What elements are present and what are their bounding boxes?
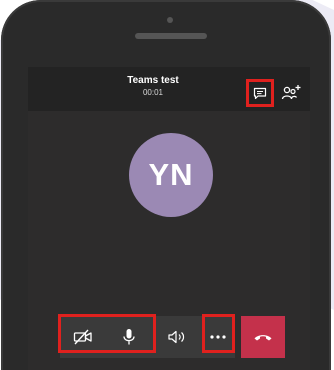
call-timer: 00:01 <box>142 88 164 97</box>
highlight-box-camera-mic <box>58 314 156 353</box>
screenshot: Teams test 00:01 YN <box>0 0 334 370</box>
call-screen: Teams test 00:01 YN <box>28 67 310 370</box>
add-people-button[interactable] <box>279 82 303 104</box>
earpiece-speaker <box>135 33 207 39</box>
front-camera <box>167 17 173 23</box>
avatar-initials: YN <box>148 157 194 192</box>
call-header: Teams test 00:01 <box>28 67 310 111</box>
hang-up-icon <box>253 332 273 342</box>
end-call-button[interactable] <box>241 316 285 358</box>
chat-icon <box>253 87 267 100</box>
highlight-box-more-options <box>202 314 235 353</box>
call-title: Teams test <box>127 75 179 86</box>
speaker-button[interactable] <box>153 316 200 358</box>
speaker-icon <box>167 329 187 345</box>
participant-avatar: YN <box>129 133 213 217</box>
call-controls <box>28 314 310 361</box>
chat-button[interactable] <box>246 79 274 107</box>
add-people-icon <box>280 84 302 102</box>
